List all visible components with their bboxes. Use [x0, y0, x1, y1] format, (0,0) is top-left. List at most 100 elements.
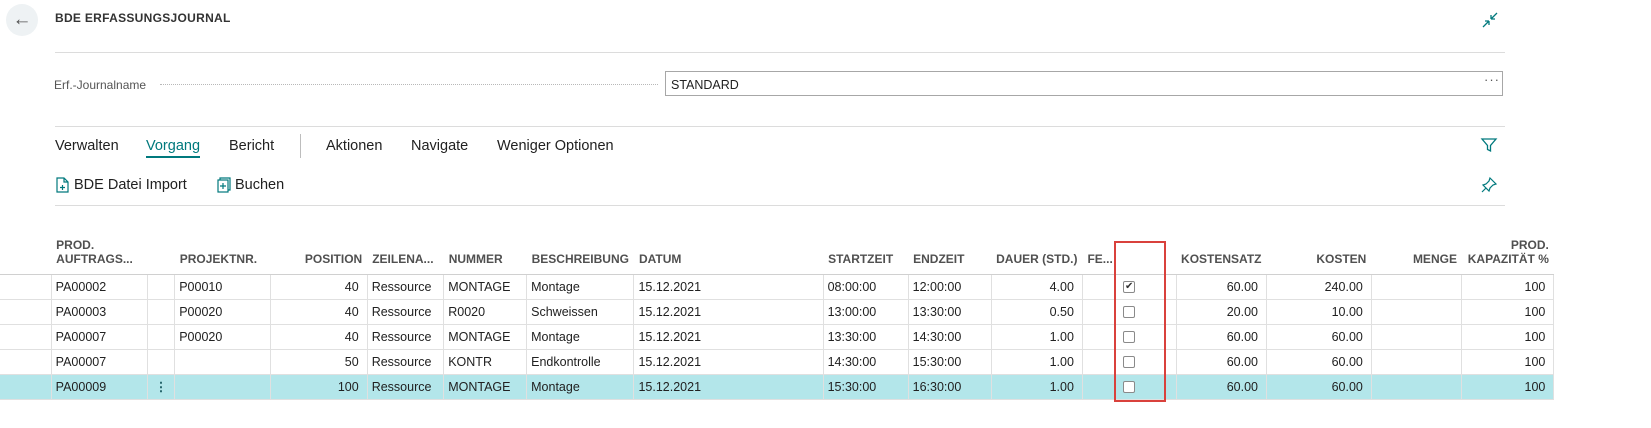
cell-kosten[interactable]: 10.00 [1266, 299, 1372, 325]
tab-aktionen[interactable]: Aktionen [326, 138, 382, 154]
cell-endzeit[interactable]: 14:30:00 [908, 324, 992, 350]
row-menu-button[interactable]: ⋮ [147, 374, 176, 400]
cell-dauer[interactable]: 4.00 [991, 274, 1083, 300]
fe-checkbox-cell[interactable] [1082, 324, 1177, 350]
row-selector[interactable] [0, 324, 52, 350]
cell-menge[interactable] [1371, 274, 1463, 300]
cell-beschreibung[interactable]: Endkontrolle [526, 349, 635, 375]
pin-icon[interactable] [1480, 176, 1498, 194]
cell-dauer[interactable]: 1.00 [991, 349, 1083, 375]
row-menu-button[interactable] [147, 299, 176, 325]
cell-nummer[interactable]: MONTAGE [443, 324, 528, 350]
cell-nummer[interactable]: R0020 [443, 299, 528, 325]
col-nummer[interactable]: NUMMER [443, 222, 527, 275]
row-selector[interactable] [0, 274, 52, 300]
col-kosten[interactable]: KOSTEN [1266, 222, 1372, 275]
tab-bericht[interactable]: Bericht [229, 138, 274, 154]
cell-kosten[interactable]: 60.00 [1266, 349, 1372, 375]
col-startzeit[interactable]: STARTZEIT [823, 222, 909, 275]
journal-name-input[interactable]: STANDARD [665, 71, 1503, 96]
cell-beschreibung[interactable]: Schweissen [526, 299, 635, 325]
fe-checkbox-cell[interactable] [1082, 299, 1177, 325]
cell-projektnr[interactable]: P00010 [174, 274, 272, 300]
col-endzeit[interactable]: ENDZEIT [908, 222, 992, 275]
cell-endzeit[interactable]: 12:00:00 [908, 274, 992, 300]
tab-navigate[interactable]: Navigate [411, 138, 468, 154]
cell-kapazitaet[interactable]: 100 [1461, 324, 1555, 350]
cell-position[interactable]: 40 [270, 324, 368, 350]
more-options-icon[interactable]: ··· [1484, 72, 1500, 87]
cell-zeilenart[interactable]: Ressource [367, 349, 445, 375]
cell-projektnr[interactable]: P00020 [174, 299, 272, 325]
back-button[interactable]: ← [6, 4, 38, 36]
col-kostensatz[interactable]: KOSTENSATZ [1176, 222, 1267, 275]
cell-auftrag[interactable]: PA00002 [51, 274, 148, 300]
cell-datum[interactable]: 15.12.2021 [633, 324, 824, 350]
cell-endzeit[interactable]: 15:30:00 [908, 349, 992, 375]
col-kapazitaet[interactable]: PROD. KAPAZITÄT % [1461, 222, 1554, 275]
cell-menge[interactable] [1371, 374, 1463, 400]
col-beschreibung[interactable]: BESCHREIBUNG [526, 222, 634, 275]
fe-checkbox[interactable] [1123, 331, 1136, 344]
cell-endzeit[interactable]: 13:30:00 [908, 299, 992, 325]
cell-endzeit[interactable]: 16:30:00 [908, 374, 992, 400]
cell-kostensatz[interactable]: 60.00 [1176, 274, 1268, 300]
cell-dauer[interactable]: 1.00 [991, 374, 1083, 400]
cell-startzeit[interactable]: 08:00:00 [823, 274, 909, 300]
fe-checkbox[interactable] [1123, 306, 1136, 319]
tab-verwalten[interactable]: Verwalten [55, 138, 119, 154]
cell-auftrag[interactable]: PA00007 [51, 324, 148, 350]
table-row[interactable]: PA00002 P00010 40 Ressource MONTAGE Montage 15… [0, 274, 1651, 300]
cell-beschreibung[interactable]: Montage [526, 274, 635, 300]
col-datum[interactable]: DATUM [633, 222, 824, 275]
cell-datum[interactable]: 15.12.2021 [633, 274, 824, 300]
bde-import-button[interactable]: BDE Datei Import [55, 177, 187, 193]
row-menu-button[interactable] [147, 274, 176, 300]
col-prod-auftrag[interactable]: PROD. AUFTRAGS... [51, 222, 148, 275]
cell-datum[interactable]: 15.12.2021 [633, 299, 824, 325]
cell-menge[interactable] [1371, 324, 1463, 350]
col-fe[interactable]: FE... [1082, 222, 1177, 275]
cell-zeilenart[interactable]: Ressource [367, 374, 445, 400]
cell-kosten[interactable]: 60.00 [1266, 374, 1372, 400]
col-menge[interactable]: MENGE [1371, 222, 1462, 275]
filter-icon[interactable] [1480, 136, 1498, 154]
cell-kostensatz[interactable]: 60.00 [1176, 349, 1268, 375]
cell-beschreibung[interactable]: Montage [526, 324, 635, 350]
cell-kapazitaet[interactable]: 100 [1461, 374, 1555, 400]
fe-checkbox-cell[interactable] [1082, 349, 1177, 375]
cell-nummer[interactable]: MONTAGE [443, 274, 528, 300]
col-projektnr[interactable]: PROJEKTNR. [174, 222, 271, 275]
cell-position[interactable]: 50 [270, 349, 368, 375]
cell-datum[interactable]: 15.12.2021 [633, 349, 824, 375]
fe-checkbox-cell[interactable]: ✔ [1082, 274, 1177, 300]
cell-kosten[interactable]: 60.00 [1266, 324, 1372, 350]
fe-checkbox[interactable] [1123, 381, 1136, 394]
cell-position[interactable]: 40 [270, 274, 368, 300]
row-selector[interactable] [0, 374, 52, 400]
cell-zeilenart[interactable]: Ressource [367, 324, 445, 350]
fe-checkbox-cell[interactable] [1082, 374, 1177, 400]
cell-startzeit[interactable]: 15:30:00 [823, 374, 909, 400]
cell-startzeit[interactable]: 14:30:00 [823, 349, 909, 375]
cell-dauer[interactable]: 0.50 [991, 299, 1083, 325]
cell-auftrag[interactable]: PA00007 [51, 349, 148, 375]
cell-projektnr[interactable]: P00020 [174, 324, 272, 350]
cell-kapazitaet[interactable]: 100 [1461, 349, 1555, 375]
cell-dauer[interactable]: 1.00 [991, 324, 1083, 350]
collapse-icon[interactable] [1480, 10, 1500, 30]
cell-nummer[interactable]: KONTR [443, 349, 528, 375]
table-row[interactable]: PA00009 ⋮ 100 Ressource MONTAGE Montage 15.12.… [0, 374, 1651, 400]
col-zeilenart[interactable]: ZEILENA... [367, 222, 444, 275]
cell-kostensatz[interactable]: 60.00 [1176, 324, 1268, 350]
fe-checkbox[interactable]: ✔ [1123, 281, 1136, 294]
cell-nummer[interactable]: MONTAGE [443, 374, 528, 400]
tab-weniger-optionen[interactable]: Weniger Optionen [497, 138, 614, 154]
cell-auftrag[interactable]: PA00009 [51, 374, 148, 400]
cell-startzeit[interactable]: 13:00:00 [823, 299, 909, 325]
table-row[interactable]: PA00007 P00020 40 Ressource MONTAGE Montage 15… [0, 324, 1651, 350]
tab-vorgang[interactable]: Vorgang [146, 138, 201, 158]
cell-kosten[interactable]: 240.00 [1266, 274, 1372, 300]
cell-position[interactable]: 40 [270, 299, 368, 325]
cell-startzeit[interactable]: 13:30:00 [823, 324, 909, 350]
